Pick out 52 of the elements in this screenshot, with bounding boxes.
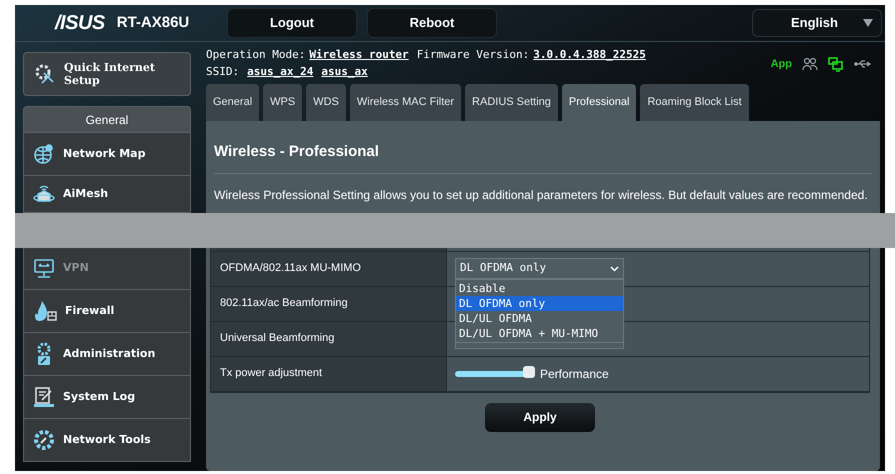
monitor-icon[interactable] bbox=[828, 56, 844, 72]
clients-icon[interactable] bbox=[802, 57, 818, 72]
slider-thumb[interactable] bbox=[523, 366, 535, 378]
tab[interactable]: Roaming Block List bbox=[640, 84, 749, 121]
tab[interactable]: WDS bbox=[306, 84, 346, 121]
sidebar-item[interactable]: Network Tools bbox=[23, 419, 191, 462]
dropdown-option[interactable]: Disable bbox=[456, 280, 623, 296]
operation-mode-link[interactable]: Wireless router bbox=[309, 46, 409, 63]
page-title: Wireless - Professional bbox=[213, 142, 380, 162]
dropdown-option[interactable]: DL/UL OFDMA bbox=[456, 310, 623, 326]
sidebar-item[interactable]: System Log bbox=[23, 376, 191, 419]
header-button[interactable]: Logout bbox=[227, 8, 357, 38]
firmware-link[interactable]: 3.0.0.4.388_22525 bbox=[533, 46, 646, 63]
tab[interactable]: RADIUS Setting bbox=[465, 84, 558, 121]
app-link[interactable]: App bbox=[770, 56, 792, 72]
document-icon bbox=[33, 386, 55, 408]
setting-label: Universal Beamforming bbox=[220, 331, 334, 346]
sidebar-item[interactable]: Administration bbox=[23, 333, 191, 376]
router-model: RT-AX86U bbox=[116, 12, 190, 33]
flame-icon bbox=[33, 300, 57, 322]
setting-label: Tx power adjustment bbox=[220, 366, 322, 382]
header-button[interactable]: Reboot bbox=[367, 8, 497, 38]
quick-setup-button[interactable]: Quick Internet Setup bbox=[23, 52, 191, 96]
monitor-icon bbox=[33, 257, 55, 279]
globe-icon bbox=[33, 143, 55, 165]
setting-label: OFDMA/802.11ax MU-MIMO bbox=[220, 261, 361, 276]
ssid-link[interactable]: asus_ax_24 bbox=[247, 63, 314, 80]
language-dropdown[interactable]: English bbox=[752, 9, 882, 37]
sidebar-item[interactable]: Network Map bbox=[23, 133, 191, 176]
chevron-icon bbox=[610, 266, 619, 272]
gear-icon bbox=[33, 429, 55, 451]
page-description: Wireless Professional Setting allows you to set up additional parameters for wireless. But default values are recommended. bbox=[213, 186, 869, 204]
firmware-label: Firmware Version: bbox=[416, 47, 530, 63]
sidebar-item[interactable]: AiMesh bbox=[23, 176, 191, 213]
caret-icon bbox=[863, 19, 873, 27]
ssid-link[interactable]: asus_ax bbox=[321, 63, 368, 80]
usb-icon[interactable] bbox=[854, 59, 872, 70]
select-field[interactable]: DL OFDMA only bbox=[455, 258, 624, 279]
dropdown-option[interactable]: DL/UL OFDMA + MU-MIMO bbox=[456, 326, 623, 340]
setting-label: 802.11ax/ac Beamforming bbox=[220, 296, 348, 312]
section-header: General bbox=[23, 106, 191, 133]
dropdown-option[interactable]: DL OFDMA only bbox=[456, 296, 623, 310]
tab[interactable]: WPS bbox=[263, 84, 302, 121]
operation-mode-label: Operation Mode: bbox=[206, 47, 306, 63]
tab[interactable]: Wireless MAC Filter bbox=[350, 84, 462, 121]
brand-logo: /ISUS bbox=[55, 11, 105, 36]
tab[interactable]: General bbox=[206, 84, 260, 121]
tab[interactable]: Professional bbox=[562, 84, 636, 121]
ssid-label: SSID: bbox=[206, 64, 240, 80]
apply-button[interactable]: Apply bbox=[485, 402, 595, 432]
sidebar-item[interactable]: Firewall bbox=[23, 290, 191, 333]
slider-reading: Performance bbox=[540, 366, 609, 382]
